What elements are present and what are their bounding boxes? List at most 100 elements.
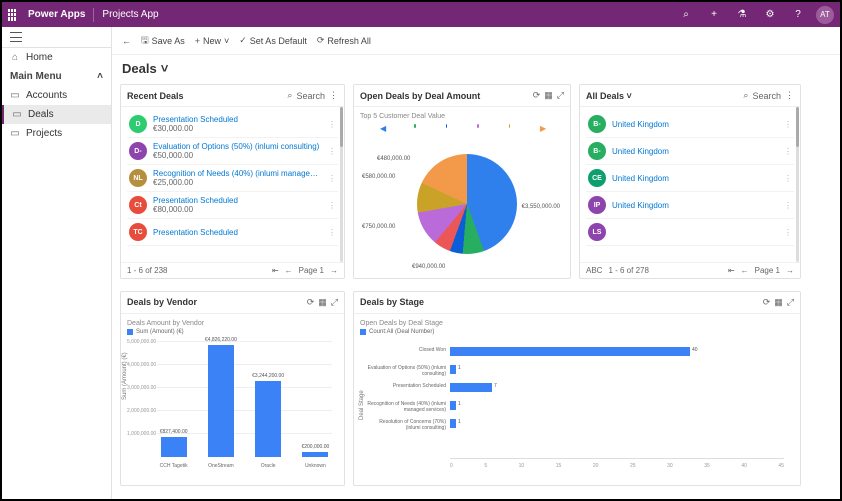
- deal-name: Evaluation of Options (50%) (inlumi cons…: [153, 142, 322, 151]
- nav-accounts[interactable]: ▭Accounts: [2, 86, 111, 105]
- more-icon[interactable]: ⋮: [328, 147, 336, 156]
- toolbar: ← 🖫Save As +New˅ ✓Set As Default ⟳Refres…: [112, 27, 840, 55]
- back-button[interactable]: ←: [122, 36, 131, 46]
- list-item[interactable]: TC Presentation Scheduled ⋮: [127, 219, 338, 246]
- list-item[interactable]: NL Recognition of Needs (40%) (inlumi ma…: [127, 165, 338, 192]
- avatar[interactable]: AT: [816, 6, 834, 24]
- more-icon[interactable]: ⋮: [329, 90, 338, 101]
- open-deals-amount-card: Open Deals by Deal Amount ⟳ ▦ ⤢ Top 5 Cu…: [353, 84, 571, 279]
- stage-bar-chart: Deal Stage 051015202530354045 Closed Won…: [360, 337, 794, 477]
- refresh-icon[interactable]: ⟳: [307, 297, 315, 308]
- list-item[interactable]: LS ⋮: [586, 219, 794, 246]
- refresh-icon[interactable]: ⟳: [763, 297, 771, 308]
- save-as-button[interactable]: 🖫Save As: [141, 33, 185, 49]
- recent-deals-card: Recent Deals ⌕ Search ⋮ D Presentation S…: [120, 84, 345, 279]
- search-label[interactable]: Search: [752, 91, 781, 101]
- expand-icon[interactable]: ⤢: [557, 90, 564, 101]
- search-icon[interactable]: ⌕: [743, 90, 748, 101]
- check-icon: ✓: [239, 35, 247, 46]
- nav-collapse-icon[interactable]: [10, 32, 22, 42]
- projects-icon: ▭: [10, 128, 20, 139]
- home-icon: ⌂: [10, 52, 20, 63]
- next-page-icon[interactable]: →: [786, 266, 794, 275]
- prev-page-icon[interactable]: ←: [741, 266, 749, 275]
- chart-legend: Count:All (Deal Number): [360, 329, 794, 337]
- more-icon[interactable]: ⋮: [784, 120, 792, 129]
- first-page-icon[interactable]: ⇤: [272, 266, 279, 275]
- chevron-down-icon: ˅: [224, 36, 229, 46]
- search-label[interactable]: Search: [296, 91, 325, 101]
- app-header: Power Apps Projects App ⌕ + ⚗ ⚙ ? AT: [2, 2, 840, 27]
- deal-location: United Kingdom: [612, 174, 778, 183]
- deal-name: Recognition of Needs (40%) (inlumi manag…: [153, 169, 322, 178]
- filter-icon[interactable]: ⚗: [732, 5, 752, 25]
- deal-name: Presentation Scheduled: [153, 115, 322, 124]
- search-icon[interactable]: ⌕: [676, 5, 696, 25]
- more-icon[interactable]: ⋮: [784, 228, 792, 237]
- deals-by-stage-card: Deals by Stage ⟳ ▦ ⤢ Open Deals by Deal …: [353, 291, 801, 486]
- avatar: CE: [588, 169, 606, 187]
- help-icon[interactable]: ?: [788, 5, 808, 25]
- more-icon[interactable]: ⋮: [328, 174, 336, 183]
- more-icon[interactable]: ⋮: [784, 201, 792, 210]
- grid-icon[interactable]: ▦: [318, 297, 327, 308]
- deal-amount: €80,000.00: [153, 205, 322, 214]
- all-deals-card: All Deals ˅ ⌕ Search ⋮ B- United Kingdom…: [579, 84, 801, 279]
- sort-label[interactable]: ABC: [586, 266, 602, 275]
- scrollbar[interactable]: [340, 107, 343, 262]
- avatar: TC: [129, 223, 147, 241]
- chart-legend: ◀ ▶: [360, 122, 564, 130]
- more-icon[interactable]: ⋮: [328, 120, 336, 129]
- pie-chart: €3,550,000.00 €940,000.00 €750,000.00 €5…: [362, 134, 562, 274]
- chevron-up-icon: ˄: [97, 71, 103, 82]
- grid-icon[interactable]: ▦: [544, 90, 553, 101]
- search-icon[interactable]: ⌕: [287, 90, 292, 101]
- list-item[interactable]: IP United Kingdom ⋮: [586, 192, 794, 219]
- scrollbar[interactable]: [796, 107, 799, 262]
- first-page-icon[interactable]: ⇤: [728, 266, 735, 275]
- more-icon[interactable]: ⋮: [784, 174, 792, 183]
- prev-page-icon[interactable]: ←: [285, 266, 293, 275]
- sidebar: ⌂Home Main Menu˄ ▭Accounts ▭Deals ▭Proje…: [2, 27, 112, 499]
- nav-deals[interactable]: ▭Deals: [2, 105, 111, 124]
- more-icon[interactable]: ⋮: [784, 147, 792, 156]
- nav-home[interactable]: ⌂Home: [2, 48, 111, 67]
- chevron-down-icon: ˅: [161, 61, 169, 76]
- next-page-icon[interactable]: →: [330, 266, 338, 275]
- list-item[interactable]: CE United Kingdom ⋮: [586, 165, 794, 192]
- more-icon[interactable]: ⋮: [328, 228, 336, 237]
- chart-subtitle: Deals Amount by Vendor: [127, 318, 338, 329]
- list-item[interactable]: D- Evaluation of Options (50%) (inlumi c…: [127, 138, 338, 165]
- refresh-icon[interactable]: ⟳: [533, 90, 541, 101]
- card-title: Open Deals by Deal Amount: [360, 91, 529, 101]
- nav-section-main[interactable]: Main Menu˄: [2, 67, 111, 86]
- deal-location: United Kingdom: [612, 201, 778, 210]
- add-icon[interactable]: +: [704, 5, 724, 25]
- card-title: Recent Deals: [127, 91, 283, 101]
- refresh-icon: ⟳: [317, 35, 325, 46]
- app-launcher-icon[interactable]: [8, 9, 20, 21]
- grid-icon[interactable]: ▦: [774, 297, 783, 308]
- deals-by-vendor-card: Deals by Vendor ⟳ ▦ ⤢ Deals Amount by Ve…: [120, 291, 345, 486]
- list-item[interactable]: Ct Presentation Scheduled€80,000.00 ⋮: [127, 192, 338, 219]
- list-item[interactable]: B- United Kingdom ⋮: [586, 138, 794, 165]
- more-icon[interactable]: ⋮: [328, 201, 336, 210]
- page-label: Page 1: [299, 266, 324, 275]
- deal-name: Presentation Scheduled: [153, 196, 322, 205]
- context-name[interactable]: Projects App: [102, 9, 158, 20]
- list-item[interactable]: B- United Kingdom ⋮: [586, 111, 794, 138]
- page-title[interactable]: Deals˅: [112, 55, 840, 80]
- card-title[interactable]: All Deals ˅: [586, 91, 739, 101]
- new-button[interactable]: +New˅: [195, 36, 230, 46]
- more-icon[interactable]: ⋮: [785, 90, 794, 101]
- expand-icon[interactable]: ⤢: [331, 297, 338, 308]
- nav-projects[interactable]: ▭Projects: [2, 124, 111, 143]
- avatar: D: [129, 115, 147, 133]
- avatar: LS: [588, 223, 606, 241]
- refresh-all-button[interactable]: ⟳Refresh All: [317, 35, 371, 46]
- expand-icon[interactable]: ⤢: [787, 297, 794, 308]
- settings-icon[interactable]: ⚙: [760, 5, 780, 25]
- deal-amount: €30,000.00: [153, 124, 322, 133]
- set-default-button[interactable]: ✓Set As Default: [239, 35, 307, 46]
- list-item[interactable]: D Presentation Scheduled€30,000.00 ⋮: [127, 111, 338, 138]
